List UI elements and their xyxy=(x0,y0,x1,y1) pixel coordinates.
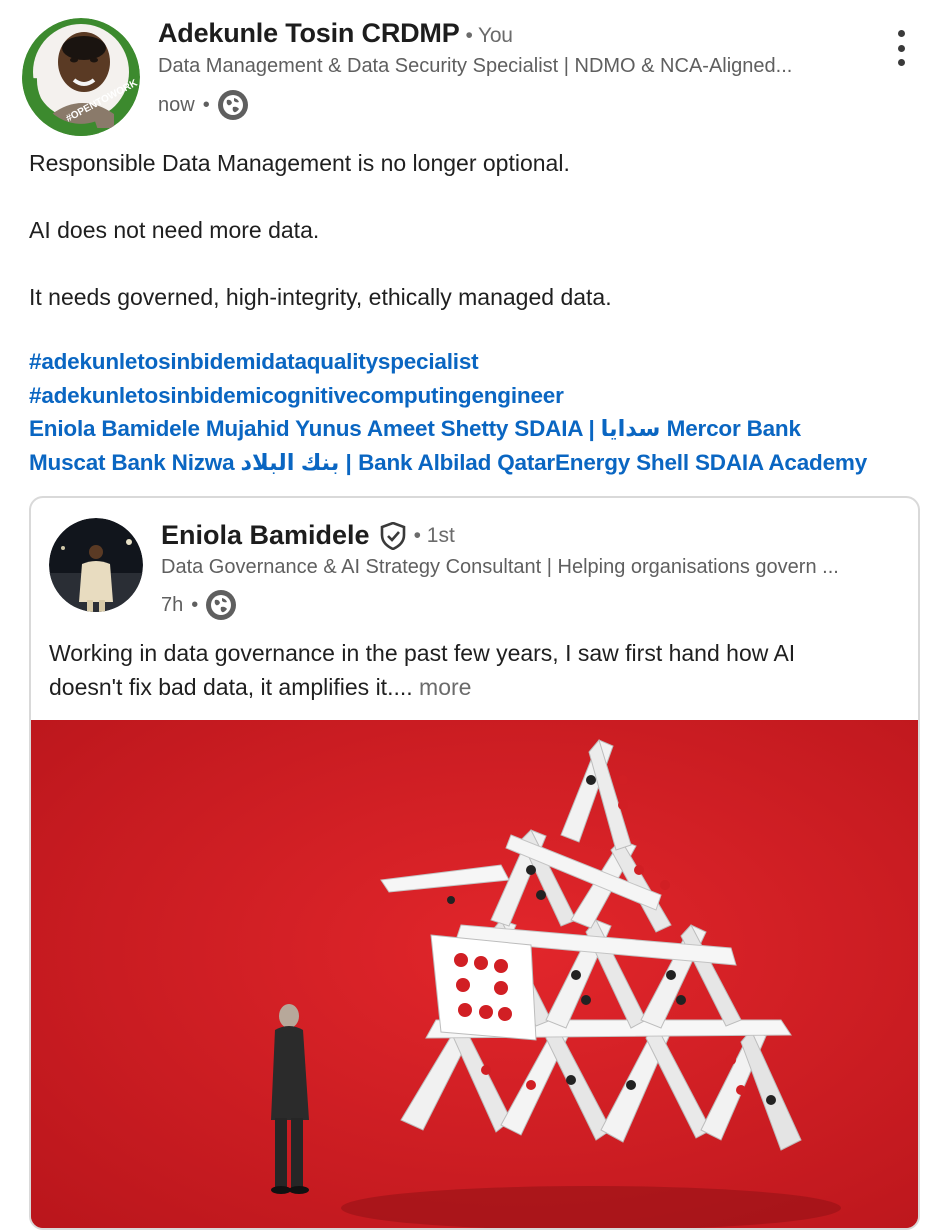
author-avatar[interactable]: #OPENTOWORK xyxy=(22,18,140,136)
author-relation: • You xyxy=(465,24,513,47)
shared-post-image[interactable] xyxy=(31,720,918,1228)
mentions-line-2: Muscat Bank Nizwa بنك البلاد | Bank Albi… xyxy=(29,450,867,476)
shared-author-avatar-image xyxy=(49,518,143,612)
connection-degree: • 1st xyxy=(413,523,455,547)
shared-time-text: 7h xyxy=(161,593,184,616)
connection-degree-text: 1st xyxy=(426,523,455,547)
author-relation-text: You xyxy=(477,24,513,47)
globe-icon xyxy=(217,90,248,120)
post-text-line-1: Responsible Data Management is no longer… xyxy=(29,150,570,176)
author-name-text[interactable]: Adekunle Tosin CRDMP xyxy=(158,18,460,48)
shared-post-text-line-2-text: doesn't fix bad data, it amplifies it...… xyxy=(49,674,413,700)
mention-link[interactable]: Bank Nizwa بنك البلاد | Bank Albilad xyxy=(111,450,491,475)
author-name[interactable]: Adekunle Tosin CRDMP • You xyxy=(158,18,513,49)
author-headline: Data Management & Data Security Speciali… xyxy=(158,55,793,77)
mention-link[interactable]: Bank xyxy=(747,416,801,441)
verified-shield-icon xyxy=(380,521,406,550)
shared-timestamp: 7h • xyxy=(161,590,237,620)
see-more-link[interactable]: more xyxy=(419,674,471,700)
post-text-line-3: It needs governed, high-integrity, ethic… xyxy=(29,284,612,310)
author-timestamp: now • xyxy=(158,90,248,120)
shared-author-name[interactable]: Eniola Bamidele • 1st xyxy=(161,520,455,551)
mention-link[interactable]: Muscat xyxy=(29,450,106,475)
hashtag-link[interactable]: #adekunletosinbidemicognitivecomputingen… xyxy=(29,383,564,409)
post-text-line-2: AI does not need more data. xyxy=(29,217,320,243)
author-avatar-image: #OPENTOWORK xyxy=(22,18,140,136)
author-time-text: now xyxy=(158,93,195,116)
shared-author-name-text[interactable]: Eniola Bamidele xyxy=(161,520,370,551)
mention-link[interactable]: SDAIA | سدايا xyxy=(514,416,660,441)
hashtag-link[interactable]: #adekunletosinbidemidataqualityspecialis… xyxy=(29,349,479,375)
shared-author-headline: Data Governance & AI Strategy Consultant… xyxy=(161,556,839,578)
bullet-separator: • xyxy=(202,93,210,116)
shared-post-text-line-2: doesn't fix bad data, it amplifies it...… xyxy=(49,674,471,701)
mention-link[interactable]: QatarEnergy xyxy=(497,450,630,475)
mention-link[interactable]: Mercor xyxy=(667,416,741,441)
shared-post-text-line-1: Working in data governance in the past f… xyxy=(49,640,796,666)
mention-link[interactable]: SDAIA Academy xyxy=(695,450,867,475)
mention-link[interactable]: Eniola Bamidele xyxy=(29,416,200,441)
globe-icon xyxy=(206,590,237,620)
house-of-cards-illustration xyxy=(31,720,918,1228)
mention-link[interactable]: Mujahid Yunus xyxy=(206,416,362,441)
shared-post-card[interactable]: Eniola Bamidele • 1st Data Governance & … xyxy=(29,496,920,1230)
mention-link[interactable]: Ameet Shetty xyxy=(367,416,509,441)
bullet-separator: • xyxy=(191,593,199,616)
more-vertical-icon[interactable] xyxy=(888,30,914,66)
mentions-line-1: Eniola Bamidele Mujahid Yunus Ameet Shet… xyxy=(29,416,801,442)
shared-author-avatar[interactable] xyxy=(49,518,143,612)
mention-link[interactable]: Shell xyxy=(636,450,689,475)
